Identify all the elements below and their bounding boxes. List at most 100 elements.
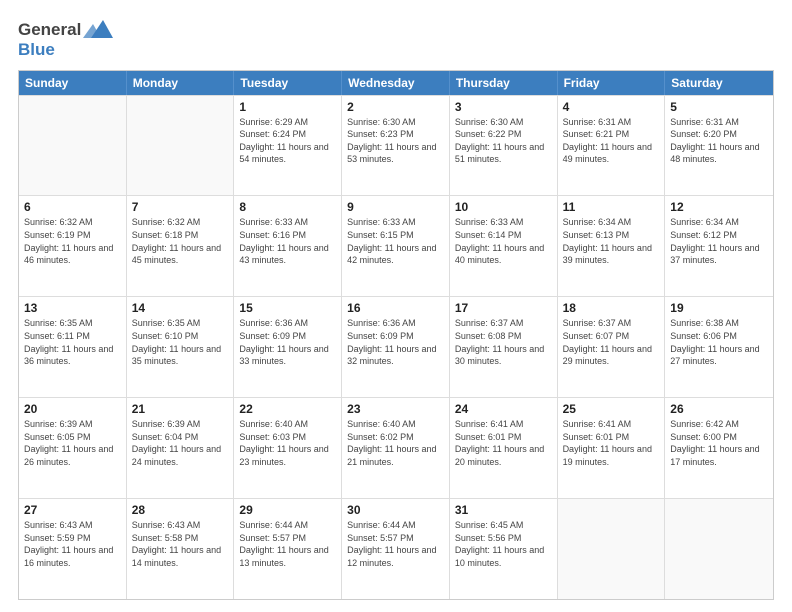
- calendar-day-cell: 12 Sunrise: 6:34 AMSunset: 6:12 PMDayligh…: [665, 196, 773, 296]
- calendar-empty-cell: [665, 499, 773, 599]
- logo-blue: Blue: [18, 40, 113, 60]
- day-number: 13: [24, 301, 121, 315]
- day-number: 10: [455, 200, 552, 214]
- calendar-day-cell: 21 Sunrise: 6:39 AMSunset: 6:04 PMDayligh…: [127, 398, 235, 498]
- page-header: General Blue: [18, 18, 774, 60]
- logo-icon: [83, 16, 113, 42]
- day-info: Sunrise: 6:42 AMSunset: 6:00 PMDaylight:…: [670, 418, 768, 468]
- day-of-week-header: Tuesday: [234, 71, 342, 95]
- calendar-empty-cell: [558, 499, 666, 599]
- calendar-day-cell: 27 Sunrise: 6:43 AMSunset: 5:59 PMDayligh…: [19, 499, 127, 599]
- calendar-day-cell: 19Sunrise: 6:38 AMSunset: 6:06 PMDayligh…: [665, 297, 773, 397]
- calendar-day-cell: 26Sunrise: 6:42 AMSunset: 6:00 PMDayligh…: [665, 398, 773, 498]
- day-info: Sunrise: 6:39 AMSunset: 6:05 PMDaylight:…: [24, 418, 121, 468]
- calendar-day-cell: 30 Sunrise: 6:44 AMSunset: 5:57 PMDayligh…: [342, 499, 450, 599]
- calendar-day-cell: 22Sunrise: 6:40 AMSunset: 6:03 PMDayligh…: [234, 398, 342, 498]
- logo: General Blue: [18, 18, 113, 60]
- day-info: Sunrise: 6:40 AMSunset: 6:02 PMDaylight:…: [347, 418, 444, 468]
- day-info: Sunrise: 6:35 AMSunset: 6:10 PMDaylight:…: [132, 317, 229, 367]
- calendar-empty-cell: [19, 96, 127, 196]
- calendar-day-cell: 28 Sunrise: 6:43 AMSunset: 5:58 PMDayligh…: [127, 499, 235, 599]
- day-info: Sunrise: 6:31 AMSunset: 6:21 PMDaylight:…: [563, 116, 660, 166]
- calendar-header: SundayMondayTuesdayWednesdayThursdayFrid…: [19, 71, 773, 95]
- day-number: 23: [347, 402, 444, 416]
- day-of-week-header: Friday: [558, 71, 666, 95]
- calendar-day-cell: 16Sunrise: 6:36 AMSunset: 6:09 PMDayligh…: [342, 297, 450, 397]
- day-number: 31: [455, 503, 552, 517]
- day-number: 3: [455, 100, 552, 114]
- calendar-week-row: 20 Sunrise: 6:39 AMSunset: 6:05 PMDayligh…: [19, 397, 773, 498]
- day-number: 27: [24, 503, 121, 517]
- day-number: 30: [347, 503, 444, 517]
- day-number: 11: [563, 200, 660, 214]
- calendar-day-cell: 5 Sunrise: 6:31 AMSunset: 6:20 PMDaylight…: [665, 96, 773, 196]
- day-of-week-header: Saturday: [665, 71, 773, 95]
- day-info: Sunrise: 6:41 AMSunset: 6:01 PMDaylight:…: [563, 418, 660, 468]
- day-info: Sunrise: 6:30 AMSunset: 6:23 PMDaylight:…: [347, 116, 444, 166]
- calendar-day-cell: 25 Sunrise: 6:41 AMSunset: 6:01 PMDayligh…: [558, 398, 666, 498]
- day-number: 12: [670, 200, 768, 214]
- calendar-day-cell: 13 Sunrise: 6:35 AMSunset: 6:11 PMDayligh…: [19, 297, 127, 397]
- calendar-day-cell: 14Sunrise: 6:35 AMSunset: 6:10 PMDayligh…: [127, 297, 235, 397]
- calendar-day-cell: 17 Sunrise: 6:37 AMSunset: 6:08 PMDayligh…: [450, 297, 558, 397]
- day-number: 28: [132, 503, 229, 517]
- day-info: Sunrise: 6:44 AMSunset: 5:57 PMDaylight:…: [347, 519, 444, 569]
- day-info: Sunrise: 6:32 AMSunset: 6:19 PMDaylight:…: [24, 216, 121, 266]
- day-number: 25: [563, 402, 660, 416]
- day-info: Sunrise: 6:37 AMSunset: 6:07 PMDaylight:…: [563, 317, 660, 367]
- day-number: 5: [670, 100, 768, 114]
- calendar-day-cell: 11 Sunrise: 6:34 AMSunset: 6:13 PMDayligh…: [558, 196, 666, 296]
- day-number: 15: [239, 301, 336, 315]
- calendar-day-cell: 2Sunrise: 6:30 AMSunset: 6:23 PMDaylight…: [342, 96, 450, 196]
- calendar-week-row: 6 Sunrise: 6:32 AMSunset: 6:19 PMDaylight…: [19, 195, 773, 296]
- calendar: SundayMondayTuesdayWednesdayThursdayFrid…: [18, 70, 774, 600]
- day-info: Sunrise: 6:38 AMSunset: 6:06 PMDaylight:…: [670, 317, 768, 367]
- calendar-week-row: 27 Sunrise: 6:43 AMSunset: 5:59 PMDayligh…: [19, 498, 773, 599]
- day-info: Sunrise: 6:33 AMSunset: 6:14 PMDaylight:…: [455, 216, 552, 266]
- day-info: Sunrise: 6:32 AMSunset: 6:18 PMDaylight:…: [132, 216, 229, 266]
- calendar-day-cell: 23 Sunrise: 6:40 AMSunset: 6:02 PMDayligh…: [342, 398, 450, 498]
- calendar-day-cell: 15 Sunrise: 6:36 AMSunset: 6:09 PMDayligh…: [234, 297, 342, 397]
- calendar-body: 1Sunrise: 6:29 AMSunset: 6:24 PMDaylight…: [19, 95, 773, 599]
- logo-general: General: [18, 20, 81, 40]
- calendar-day-cell: 4Sunrise: 6:31 AMSunset: 6:21 PMDaylight…: [558, 96, 666, 196]
- calendar-day-cell: 20 Sunrise: 6:39 AMSunset: 6:05 PMDayligh…: [19, 398, 127, 498]
- day-info: Sunrise: 6:43 AMSunset: 5:58 PMDaylight:…: [132, 519, 229, 569]
- calendar-day-cell: 7 Sunrise: 6:32 AMSunset: 6:18 PMDaylight…: [127, 196, 235, 296]
- calendar-week-row: 1Sunrise: 6:29 AMSunset: 6:24 PMDaylight…: [19, 95, 773, 196]
- day-info: Sunrise: 6:39 AMSunset: 6:04 PMDaylight:…: [132, 418, 229, 468]
- day-info: Sunrise: 6:34 AMSunset: 6:13 PMDaylight:…: [563, 216, 660, 266]
- day-of-week-header: Sunday: [19, 71, 127, 95]
- day-info: Sunrise: 6:37 AMSunset: 6:08 PMDaylight:…: [455, 317, 552, 367]
- day-number: 17: [455, 301, 552, 315]
- day-number: 20: [24, 402, 121, 416]
- day-number: 24: [455, 402, 552, 416]
- calendar-day-cell: 8 Sunrise: 6:33 AMSunset: 6:16 PMDaylight…: [234, 196, 342, 296]
- day-number: 8: [239, 200, 336, 214]
- day-info: Sunrise: 6:34 AMSunset: 6:12 PMDaylight:…: [670, 216, 768, 266]
- calendar-day-cell: 31Sunrise: 6:45 AMSunset: 5:56 PMDayligh…: [450, 499, 558, 599]
- day-of-week-header: Thursday: [450, 71, 558, 95]
- day-info: Sunrise: 6:36 AMSunset: 6:09 PMDaylight:…: [239, 317, 336, 367]
- calendar-day-cell: 18Sunrise: 6:37 AMSunset: 6:07 PMDayligh…: [558, 297, 666, 397]
- day-info: Sunrise: 6:44 AMSunset: 5:57 PMDaylight:…: [239, 519, 336, 569]
- day-number: 7: [132, 200, 229, 214]
- day-info: Sunrise: 6:31 AMSunset: 6:20 PMDaylight:…: [670, 116, 768, 166]
- day-number: 29: [239, 503, 336, 517]
- day-number: 6: [24, 200, 121, 214]
- day-info: Sunrise: 6:41 AMSunset: 6:01 PMDaylight:…: [455, 418, 552, 468]
- day-number: 22: [239, 402, 336, 416]
- day-of-week-header: Monday: [127, 71, 235, 95]
- day-number: 1: [239, 100, 336, 114]
- day-info: Sunrise: 6:36 AMSunset: 6:09 PMDaylight:…: [347, 317, 444, 367]
- day-of-week-header: Wednesday: [342, 71, 450, 95]
- calendar-empty-cell: [127, 96, 235, 196]
- calendar-day-cell: 3Sunrise: 6:30 AMSunset: 6:22 PMDaylight…: [450, 96, 558, 196]
- day-info: Sunrise: 6:33 AMSunset: 6:16 PMDaylight:…: [239, 216, 336, 266]
- day-number: 21: [132, 402, 229, 416]
- day-info: Sunrise: 6:35 AMSunset: 6:11 PMDaylight:…: [24, 317, 121, 367]
- day-info: Sunrise: 6:43 AMSunset: 5:59 PMDaylight:…: [24, 519, 121, 569]
- calendar-day-cell: 9Sunrise: 6:33 AMSunset: 6:15 PMDaylight…: [342, 196, 450, 296]
- calendar-day-cell: 24 Sunrise: 6:41 AMSunset: 6:01 PMDayligh…: [450, 398, 558, 498]
- day-info: Sunrise: 6:33 AMSunset: 6:15 PMDaylight:…: [347, 216, 444, 266]
